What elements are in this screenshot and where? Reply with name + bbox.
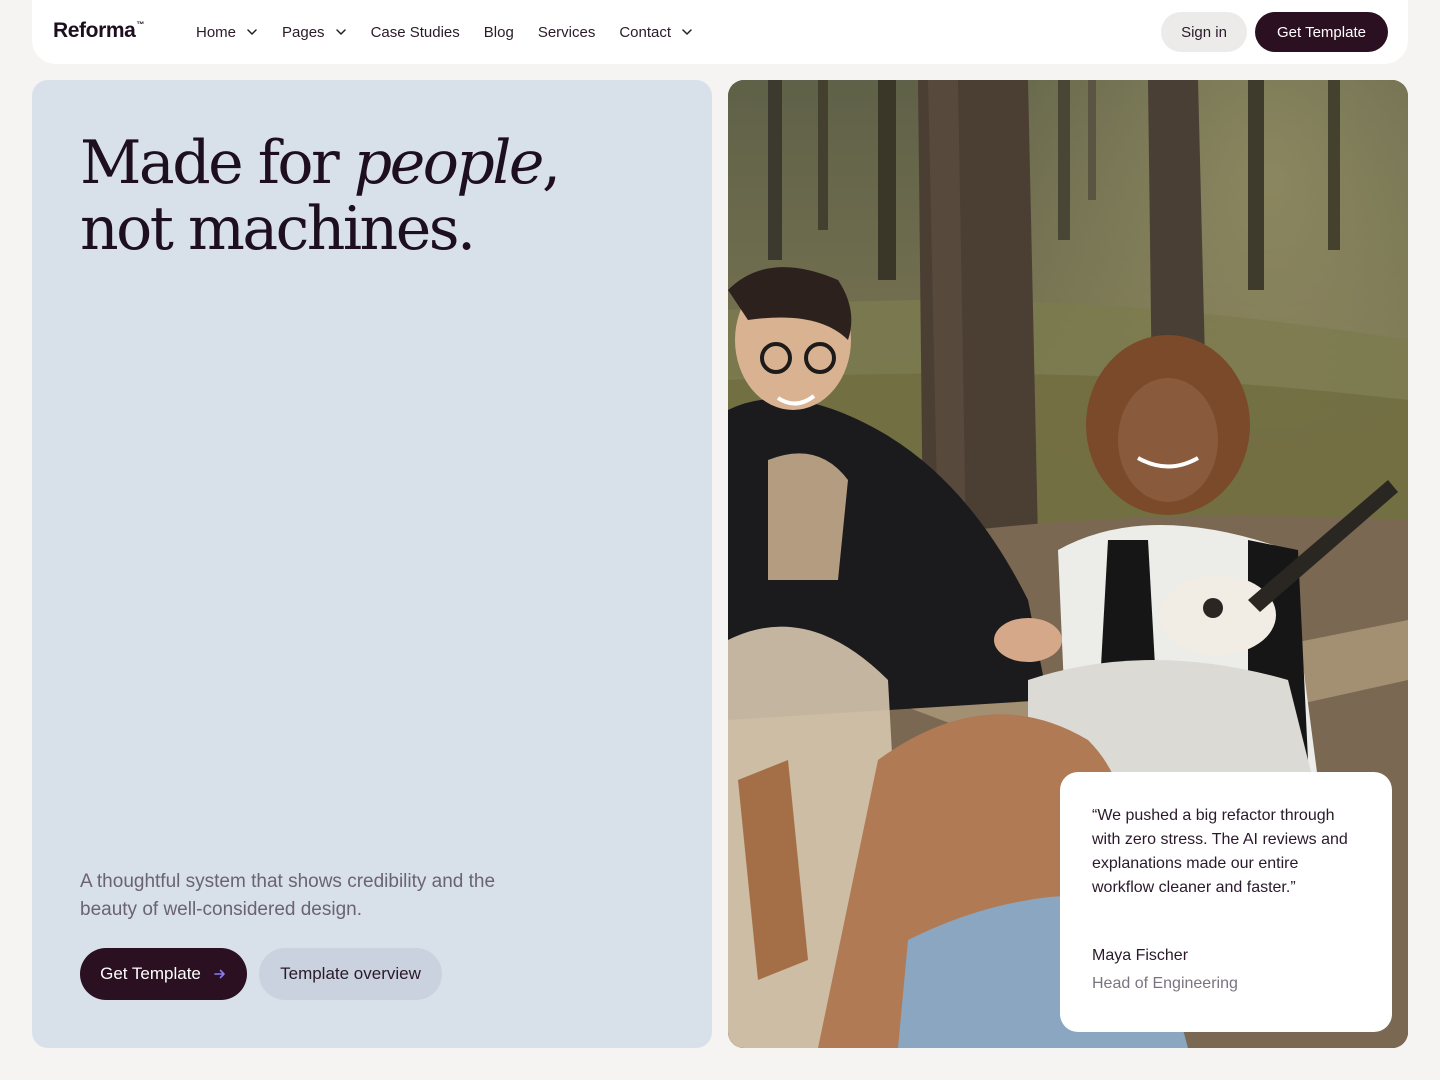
nav-item-contact[interactable]: Contact <box>619 24 693 41</box>
chevron-down-icon <box>335 29 346 35</box>
headline-text-a: Made for <box>80 128 354 198</box>
nav-item-label: Pages <box>282 23 325 41</box>
hero-photo: “We pushed a big refactor through with z… <box>728 80 1408 1048</box>
chevron-down-icon <box>247 29 257 35</box>
nav-item-label: Blog <box>483 23 514 41</box>
top-navigation: Reforma™ Home Pages Case Studies Blog Se… <box>32 0 1408 64</box>
get-template-nav-button[interactable]: Get Template <box>1255 12 1388 52</box>
headline-text-b: , <box>541 128 561 198</box>
nav-item-label: Contact <box>619 23 672 41</box>
chevron-down-icon <box>682 29 692 35</box>
nav-item-label: Home <box>196 23 237 41</box>
nav-item-case-studies[interactable]: Case Studies <box>371 24 460 41</box>
testimonial-quote: “We pushed a big refactor through with z… <box>1092 807 1348 896</box>
nav-item-blog[interactable]: Blog <box>484 24 514 41</box>
template-overview-button[interactable]: Template overview <box>259 948 442 1000</box>
hero-panel: Made for people, not machines. A thought… <box>32 80 712 1048</box>
headline-line-2: not machines. <box>80 194 476 264</box>
nav-item-label: Case Studies <box>370 23 460 41</box>
testimonial-role: Head of Engineering <box>1092 975 1238 992</box>
nav-item-label: Services <box>537 23 596 41</box>
arrow-right-icon <box>214 969 225 979</box>
testimonial-name: Maya Fischer <box>1092 947 1189 964</box>
brand-logo[interactable]: Reforma™ <box>53 19 144 43</box>
trademark-mark: ™ <box>136 20 144 29</box>
main-menu: Home Pages Case Studies Blog Services Co… <box>196 0 717 64</box>
brand-name: Reforma <box>53 19 136 42</box>
sign-in-button[interactable]: Sign in <box>1161 12 1247 52</box>
headline-emphasis: people <box>353 128 545 198</box>
testimonial-card: “We pushed a big refactor through with z… <box>1060 772 1392 1032</box>
nav-item-home[interactable]: Home <box>196 24 258 41</box>
nav-item-services[interactable]: Services <box>538 24 596 41</box>
hero-subtitle: A thoughtful system that shows credibili… <box>80 871 496 920</box>
get-template-button[interactable]: Get Template <box>80 948 247 1000</box>
nav-item-pages[interactable]: Pages <box>282 24 347 41</box>
button-label: Get Template <box>100 964 201 983</box>
hero-headline: Made for people, not machines. <box>80 128 561 264</box>
